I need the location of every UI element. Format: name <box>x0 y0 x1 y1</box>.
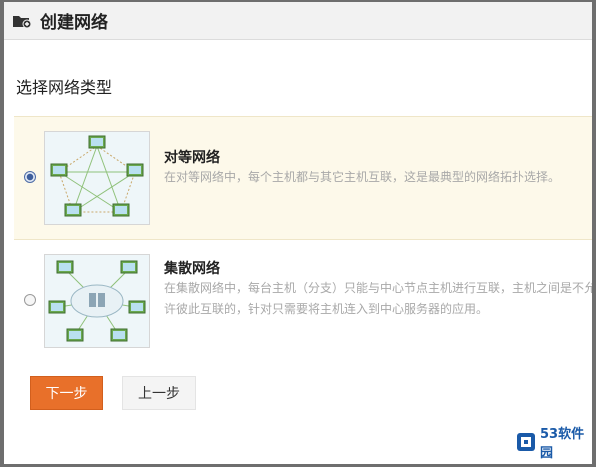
dialog-titlebar: 创建网络 <box>4 2 592 40</box>
prev-button[interactable]: 上一步 <box>122 376 196 410</box>
radio-peer-network[interactable] <box>24 171 36 183</box>
radio-hub-network[interactable] <box>24 294 36 306</box>
site-watermark: 53软件园 <box>516 427 594 461</box>
section-title: 选择网络类型 <box>16 78 113 97</box>
watermark-logo-icon <box>516 432 536 452</box>
create-network-dialog: 创建网络 选择网络类型 对等网络 在对等网络中，每个主机都与其它主机互联，这是最… <box>4 2 592 464</box>
dialog-title: 创建网络 <box>40 13 108 33</box>
option-hub-title: 集散网络 <box>164 261 220 277</box>
option-peer-title: 对等网络 <box>164 150 220 166</box>
option-peer-description: 在对等网络中，每个主机都与其它主机互联，这是最典型的网络拓扑选择。 <box>164 170 561 184</box>
folder-plus-icon <box>12 13 32 29</box>
peer-network-diagram-icon <box>44 131 150 225</box>
option-hub-network[interactable]: 集散网络 在集散网络中，每台主机（分支）只能与中心节点主机进行互联，主机之间是不… <box>14 242 592 354</box>
option-hub-description: 在集散网络中，每台主机（分支）只能与中心节点主机进行互联，主机之间是不允许彼此互… <box>164 281 592 316</box>
next-button[interactable]: 下一步 <box>30 376 103 410</box>
watermark-text: 53软件园 <box>540 427 585 461</box>
hub-network-diagram-icon <box>44 254 150 348</box>
option-peer-network[interactable]: 对等网络 在对等网络中，每个主机都与其它主机互联，这是最典型的网络拓扑选择。 <box>14 116 592 240</box>
